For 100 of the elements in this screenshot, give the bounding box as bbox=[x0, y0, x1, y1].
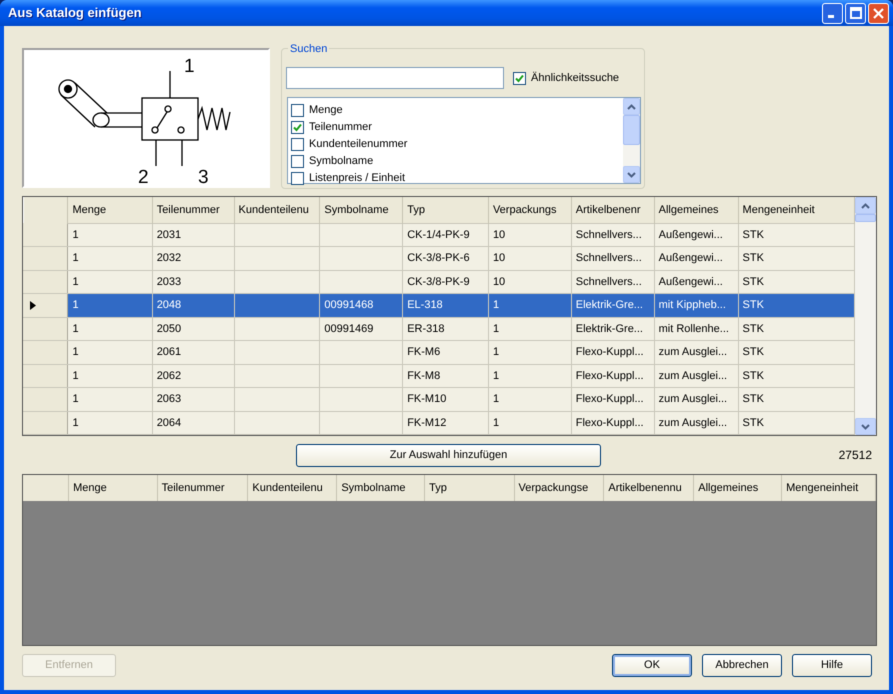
minimize-button[interactable] bbox=[822, 2, 843, 24]
chevron-up-icon bbox=[861, 202, 870, 208]
add-to-selection-button[interactable]: Zur Auswahl hinzufügen bbox=[296, 444, 601, 466]
table-row[interactable]: 1 2063 FK-M10 1 Flexo-Kuppl... zum Ausglei... STK bbox=[24, 388, 854, 411]
checkbox[interactable] bbox=[513, 72, 526, 84]
scroll-up-button[interactable] bbox=[855, 197, 876, 214]
dialog-button[interactable]: OK bbox=[612, 654, 692, 676]
table-row[interactable]: 1 2050 00991469 ER-318 1 Elektrik-Gre... mit Rollenhe... STK bbox=[24, 317, 854, 340]
table-cell: 1 bbox=[488, 364, 572, 388]
scroll-down-button[interactable] bbox=[623, 166, 640, 183]
chevron-up-icon bbox=[627, 104, 636, 110]
table-cell: STK bbox=[738, 340, 854, 364]
table-cell: STK bbox=[738, 388, 854, 411]
table-cell: 2050 bbox=[152, 317, 234, 340]
table-cell: 1 bbox=[68, 364, 152, 388]
checkbox[interactable] bbox=[291, 155, 304, 168]
maximize-button[interactable] bbox=[845, 2, 866, 24]
checkbox[interactable] bbox=[291, 138, 304, 151]
table-row[interactable]: 1 2033 CK-3/8-PK-9 10 Schnellvers... Außengewi... STK bbox=[24, 270, 854, 294]
table-cell: 2031 bbox=[152, 223, 234, 246]
column-header[interactable]: Symbolname bbox=[320, 197, 403, 223]
table-row[interactable]: 1 2032 CK-3/8-PK-6 10 Schnellvers... Außengewi... STK bbox=[24, 246, 854, 270]
column-header[interactable]: Allgemeines bbox=[694, 475, 782, 501]
column-header[interactable]: Artikelbenennu bbox=[604, 475, 694, 501]
window-title: Aus Katalog einfügen bbox=[7, 4, 143, 22]
table-cell: CK-1/4-PK-9 bbox=[402, 223, 488, 246]
table-cell: zum Ausglei... bbox=[654, 364, 738, 388]
column-header[interactable]: Verpackungs bbox=[488, 197, 572, 223]
chevron-down-icon bbox=[861, 424, 870, 430]
field-label: Symbolname bbox=[309, 154, 374, 170]
dialog-button[interactable]: Hilfe bbox=[792, 654, 872, 676]
port-number: 2 bbox=[138, 167, 149, 186]
table-cell: 1 bbox=[488, 294, 572, 317]
column-header[interactable]: Menge bbox=[68, 475, 158, 501]
table-cell: Flexo-Kuppl... bbox=[571, 411, 654, 434]
table-cell: 2062 bbox=[152, 364, 234, 388]
table-cell: Schnellvers... bbox=[571, 246, 654, 270]
table-row[interactable]: 1 2062 FK-M8 1 Flexo-Kuppl... zum Ausglei... STK bbox=[24, 364, 854, 388]
column-header[interactable]: Kundenteilenu bbox=[248, 475, 337, 501]
table-cell: 1 bbox=[68, 388, 152, 411]
column-header[interactable]: Teilenummer bbox=[157, 475, 248, 501]
chevron-down-icon bbox=[627, 172, 636, 178]
column-header[interactable]: Artikelbenenr bbox=[571, 197, 654, 223]
column-header[interactable]: Verpackungse bbox=[514, 475, 604, 501]
table-row[interactable]: 1 2064 FK-M12 1 Flexo-Kuppl... zum Ausglei... STK bbox=[24, 411, 854, 434]
table-cell: Außengewi... bbox=[654, 223, 738, 246]
table-cell: mit Kippheb... bbox=[654, 294, 738, 317]
column-header[interactable]: Typ bbox=[402, 197, 488, 223]
checkbox[interactable] bbox=[291, 121, 304, 134]
table-cell: Außengewi... bbox=[654, 270, 738, 294]
table-cell: CK-3/8-PK-9 bbox=[402, 270, 488, 294]
minimize-icon bbox=[828, 15, 834, 18]
column-header[interactable]: Menge bbox=[68, 197, 152, 223]
table-cell: 1 bbox=[68, 411, 152, 434]
column-header[interactable]: Mengeneinheit bbox=[738, 197, 854, 223]
table-cell: 10 bbox=[488, 223, 572, 246]
scroll-thumb[interactable] bbox=[623, 115, 640, 145]
field-list[interactable]: Menge Teilenummer Kundenteilenummer Symbolname Listenpreis / Einheit bbox=[287, 97, 641, 184]
port-number: 3 bbox=[198, 167, 209, 186]
table-cell: FK-M12 bbox=[402, 411, 488, 434]
column-header[interactable]: Kundenteilenu bbox=[234, 197, 320, 223]
table-cell: Elektrik-Gre... bbox=[571, 317, 654, 340]
column-header[interactable]: Symbolname bbox=[336, 475, 425, 501]
dialog-button[interactable]: Abbrechen bbox=[702, 654, 782, 676]
column-header[interactable]: Allgemeines bbox=[654, 197, 738, 223]
scroll-up-button[interactable] bbox=[623, 98, 640, 115]
scroll-thumb[interactable] bbox=[855, 214, 876, 222]
table-cell: 1 bbox=[488, 317, 572, 340]
search-field[interactable] bbox=[286, 67, 504, 89]
maximize-icon bbox=[850, 7, 862, 19]
table-cell: Flexo-Kuppl... bbox=[571, 364, 654, 388]
column-header[interactable]: Typ bbox=[424, 475, 514, 501]
table-cell: 1 bbox=[488, 340, 572, 364]
table-cell: zum Ausglei... bbox=[654, 388, 738, 411]
table-cell: mit Rollenhe... bbox=[654, 317, 738, 340]
table-cell: 1 bbox=[68, 270, 152, 294]
table-cell: STK bbox=[738, 223, 854, 246]
table-row[interactable]: 1 2048 00991468 EL-318 1 Elektrik-Gre... mit Kippheb... STK bbox=[24, 294, 854, 317]
table-cell: STK bbox=[738, 364, 854, 388]
checkbox-label: Ähnlichkeitssuche bbox=[531, 70, 620, 86]
table-row[interactable]: 1 2031 CK-1/4-PK-9 10 Schnellvers... Außengewi... STK bbox=[24, 223, 854, 246]
table-cell: EL-318 bbox=[402, 294, 488, 317]
scroll-down-button[interactable] bbox=[855, 418, 876, 435]
field-label: Kundenteilenummer bbox=[309, 137, 408, 152]
checkbox[interactable] bbox=[291, 172, 304, 185]
field-label: Listenpreis / Einheit bbox=[309, 171, 405, 186]
column-header[interactable]: Teilenummer bbox=[152, 197, 234, 223]
item-count: 27512 bbox=[838, 447, 872, 464]
table-cell: 2064 bbox=[152, 411, 234, 434]
close-button[interactable] bbox=[868, 2, 889, 24]
table-cell: ER-318 bbox=[402, 317, 488, 340]
table-cell: FK-M8 bbox=[402, 364, 488, 388]
table-cell: 1 bbox=[68, 340, 152, 364]
table-cell: 1 bbox=[68, 223, 152, 246]
table-cell: 2033 bbox=[152, 270, 234, 294]
column-header[interactable]: Mengeneinheit bbox=[782, 475, 876, 501]
table-row[interactable]: 1 2061 FK-M6 1 Flexo-Kuppl... zum Ausglei... STK bbox=[24, 340, 854, 364]
checkbox[interactable] bbox=[291, 104, 304, 117]
port-number: 1 bbox=[184, 56, 195, 77]
table-cell: Außengewi... bbox=[654, 246, 738, 270]
